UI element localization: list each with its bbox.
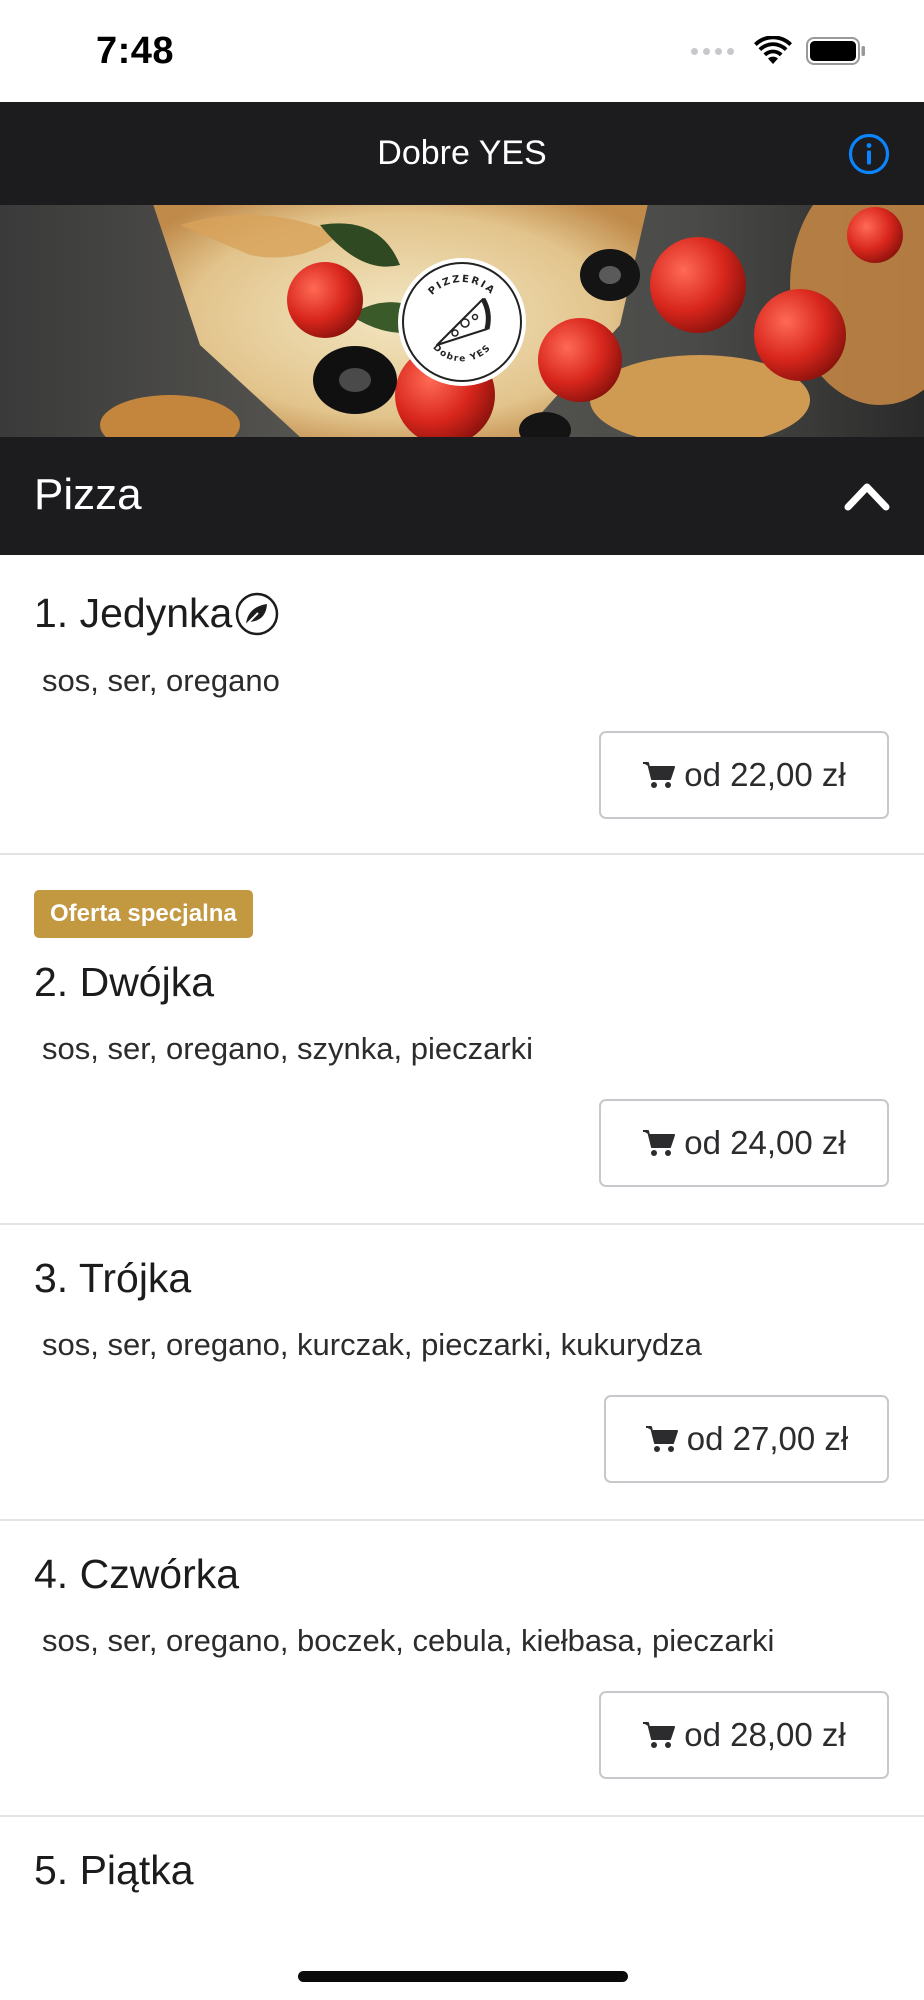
status-time: 7:48 (96, 30, 175, 72)
info-icon[interactable] (848, 133, 890, 175)
pizzeria-logo: PIZZERIA Dobre YES (395, 255, 529, 389)
price-label: od 27,00 zł (686, 1420, 849, 1457)
category-title: Pizza (34, 470, 142, 519)
battery-icon (806, 37, 865, 65)
nav-bar: Dobre YES (0, 102, 924, 205)
item-name-text: 4. Czwórka (34, 1551, 240, 1597)
menu-item: 4. Czwórka sos, ser, oregano, boczek, ce… (0, 1521, 924, 1817)
vegetarian-leaf-icon (236, 592, 279, 635)
item-name: 5. Piątka (34, 1847, 194, 1894)
special-offer-badge: Oferta specjalna (34, 890, 253, 938)
menu-item: 3. Trójka sos, ser, oregano, kurczak, pi… (0, 1225, 924, 1521)
item-name: 2. Dwójka (34, 959, 214, 1006)
item-description: sos, ser, oregano, szynka, pieczarki (42, 1031, 534, 1066)
menu-item: 5. Piątka (0, 1817, 924, 1967)
status-icons (691, 36, 866, 66)
price-label: od 28,00 zł (684, 1716, 846, 1753)
item-name: 1. Jedynka (34, 590, 280, 637)
menu-item: 1. Jedynka sos, ser, oregano od 22,00 zł (0, 555, 924, 855)
item-name-text: 3. Trójka (34, 1255, 192, 1301)
cart-icon (643, 762, 676, 788)
add-to-cart-button[interactable]: od 22,00 zł (599, 731, 889, 819)
banner-image: PIZZERIA Dobre YES (0, 205, 924, 437)
item-description: sos, ser, oregano, boczek, cebula, kiełb… (42, 1623, 775, 1658)
wifi-icon (754, 36, 792, 64)
add-to-cart-button[interactable]: od 27,00 zł (604, 1395, 889, 1483)
add-to-cart-button[interactable]: od 28,00 zł (599, 1691, 889, 1779)
price-label: od 22,00 zł (684, 756, 846, 793)
cart-icon (643, 1722, 676, 1748)
item-name: 4. Czwórka (34, 1551, 239, 1598)
home-indicator (298, 1971, 628, 1982)
add-to-cart-button[interactable]: od 24,00 zł (599, 1099, 889, 1187)
menu-item: Oferta specjalna 2. Dwójka sos, ser, ore… (0, 855, 924, 1225)
cart-icon (645, 1426, 678, 1452)
chevron-up-icon[interactable] (844, 475, 890, 515)
item-name-text: 2. Dwójka (34, 959, 215, 1005)
item-name-text: 1. Jedynka (34, 590, 233, 636)
item-description: sos, ser, oregano, kurczak, pieczarki, k… (42, 1327, 702, 1362)
restaurant-title: Dobre YES (377, 134, 547, 172)
signal-dots-icon (691, 47, 734, 55)
cart-icon (643, 1130, 676, 1156)
menu-list: 1. Jedynka sos, ser, oregano od 22,00 zł… (0, 555, 924, 1967)
item-description: sos, ser, oregano (42, 663, 280, 698)
item-name-text: 5. Piątka (34, 1847, 194, 1893)
price-label: od 24,00 zł (684, 1124, 846, 1161)
status-bar: 7:48 (0, 0, 924, 102)
category-header-pizza[interactable]: Pizza (0, 437, 924, 555)
item-name: 3. Trójka (34, 1255, 191, 1302)
